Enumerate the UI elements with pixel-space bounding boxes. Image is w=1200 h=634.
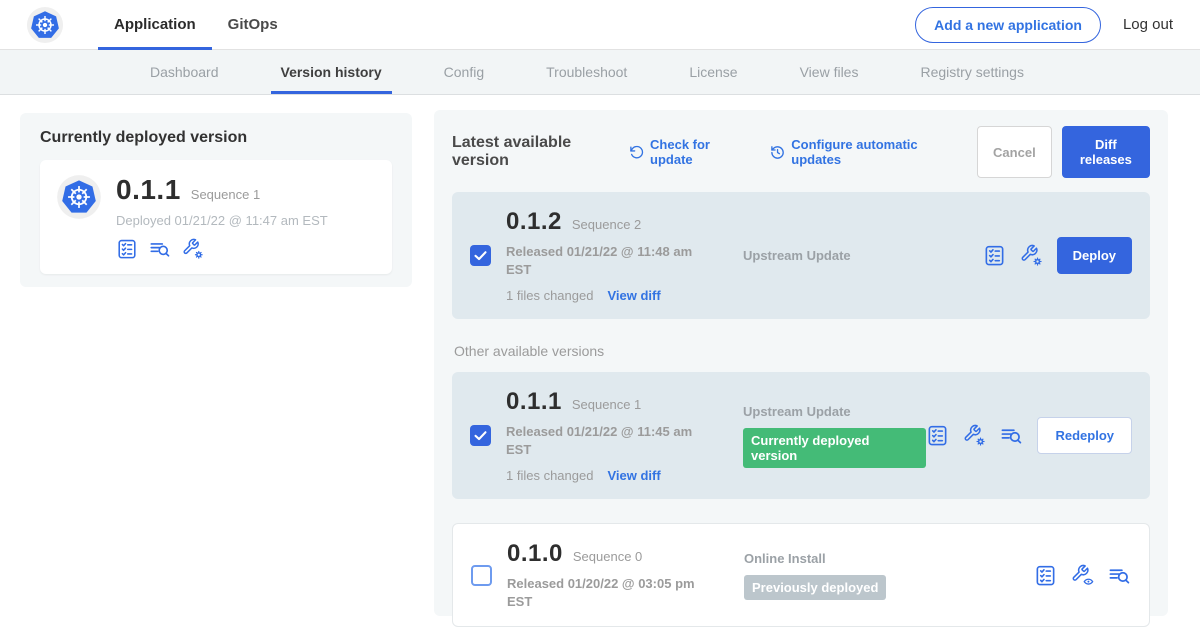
version-source-col: Online Install Previously deployed (712, 551, 1034, 600)
subnav-version-history[interactable]: Version history (271, 50, 392, 94)
version-source-label: Upstream Update (743, 404, 926, 419)
configure-automatic-updates-label: Configure automatic updates (791, 137, 951, 167)
top-nav-bar: Application GitOps Add a new application… (0, 0, 1200, 50)
deployed-version-info: 0.1.1 Sequence 1 Deployed 01/21/22 @ 11:… (116, 174, 328, 260)
add-application-button[interactable]: Add a new application (915, 7, 1101, 43)
clock-refresh-icon (770, 144, 785, 161)
preflight-checks-icon[interactable] (983, 244, 1006, 267)
version-0-1-2-checkbox[interactable] (470, 245, 491, 266)
currently-deployed-badge: Currently deployed version (743, 428, 926, 468)
files-changed-label: 1 files changed (506, 288, 593, 303)
subnav-view-files[interactable]: View files (790, 50, 869, 94)
version-source-label: Upstream Update (743, 248, 983, 263)
edit-config-icon[interactable] (963, 424, 986, 447)
subnav-troubleshoot[interactable]: Troubleshoot (536, 50, 637, 94)
version-number: 0.1.2 (506, 208, 562, 236)
app-subnav: Dashboard Version history Config Trouble… (0, 50, 1200, 95)
version-info: 0.1.2 Sequence 2 Released 01/21/22 @ 11:… (506, 208, 711, 303)
files-changed-label: 1 files changed (506, 468, 593, 483)
deployed-version-card: 0.1.1 Sequence 1 Deployed 01/21/22 @ 11:… (40, 160, 392, 274)
deploy-logs-icon[interactable] (149, 238, 171, 260)
version-number: 0.1.1 (506, 388, 562, 416)
version-0-1-0-checkbox[interactable] (471, 565, 492, 586)
subnav-registry-settings[interactable]: Registry settings (910, 50, 1033, 94)
available-versions-panel: Latest available version Check for updat… (434, 110, 1168, 616)
sequence-label: Sequence 1 (572, 397, 641, 412)
sequence-label: Sequence 0 (573, 549, 642, 564)
preflight-checks-icon[interactable] (926, 424, 949, 447)
tab-gitops-label: GitOps (228, 16, 278, 33)
version-0-1-1-checkbox[interactable] (470, 425, 491, 446)
app-logo-icon (56, 174, 102, 220)
kubernetes-logo-icon (26, 6, 64, 44)
edit-config-icon[interactable] (1020, 244, 1043, 267)
subnav-dashboard[interactable]: Dashboard (140, 50, 229, 94)
deploy-logs-icon[interactable] (1000, 424, 1023, 447)
version-source-label: Online Install (744, 551, 1034, 566)
preflight-checks-icon[interactable] (1034, 564, 1057, 587)
version-info: 0.1.0 Sequence 0 Released 01/20/22 @ 03:… (507, 540, 712, 610)
previously-deployed-badge: Previously deployed (744, 575, 886, 600)
released-timestamp: Released 01/21/22 @ 11:45 am EST (506, 423, 706, 458)
refresh-icon (629, 144, 644, 161)
currently-deployed-title: Currently deployed version (40, 129, 392, 147)
latest-available-title: Latest available version (452, 134, 613, 170)
subnav-license[interactable]: License (679, 50, 747, 94)
configure-automatic-updates-link[interactable]: Configure automatic updates (770, 137, 951, 167)
preflight-checks-icon[interactable] (116, 238, 138, 260)
subnav-config[interactable]: Config (434, 50, 494, 94)
deployed-sequence-label: Sequence 1 (191, 187, 260, 202)
view-diff-link[interactable]: View diff (607, 468, 660, 483)
deployed-version-number: 0.1.1 (116, 174, 181, 206)
version-info: 0.1.1 Sequence 1 Released 01/21/22 @ 11:… (506, 388, 711, 483)
version-source-col: Upstream Update (711, 248, 983, 263)
available-versions-header: Latest available version Check for updat… (452, 126, 1150, 178)
edit-config-icon[interactable] (182, 238, 204, 260)
version-number: 0.1.0 (507, 540, 563, 568)
released-timestamp: Released 01/20/22 @ 03:05 pm EST (507, 575, 707, 610)
diff-releases-button[interactable]: Diff releases (1062, 126, 1150, 178)
tab-application[interactable]: Application (98, 0, 212, 50)
version-card-0-1-1: 0.1.1 Sequence 1 Released 01/21/22 @ 11:… (452, 372, 1150, 499)
other-available-versions-label: Other available versions (454, 343, 1150, 359)
version-card-0-1-2: 0.1.2 Sequence 2 Released 01/21/22 @ 11:… (452, 192, 1150, 319)
active-subnav-underline (271, 91, 392, 94)
top-nav-tabs: Application GitOps (98, 0, 294, 50)
tab-application-label: Application (114, 16, 196, 33)
version-card-0-1-0: 0.1.0 Sequence 0 Released 01/20/22 @ 03:… (452, 523, 1150, 627)
sequence-label: Sequence 2 (572, 217, 641, 232)
version-source-col: Upstream Update Currently deployed versi… (711, 404, 926, 468)
redeploy-button[interactable]: Redeploy (1037, 417, 1132, 454)
logout-button[interactable]: Log out (1123, 16, 1173, 33)
header-right-group: Add a new application Log out (915, 7, 1200, 43)
check-for-update-link[interactable]: Check for update (629, 137, 744, 167)
released-timestamp: Released 01/21/22 @ 11:48 am EST (506, 243, 706, 278)
deployed-timestamp: Deployed 01/21/22 @ 11:47 am EST (116, 213, 328, 228)
currently-deployed-panel: Currently deployed version 0.1.1 Sequenc… (20, 113, 412, 287)
tab-gitops[interactable]: GitOps (212, 0, 294, 50)
deploy-logs-icon[interactable] (1108, 564, 1131, 587)
view-config-icon[interactable] (1071, 564, 1094, 587)
view-diff-link[interactable]: View diff (607, 288, 660, 303)
deploy-button[interactable]: Deploy (1057, 237, 1132, 274)
cancel-button[interactable]: Cancel (977, 126, 1052, 178)
subnav-version-history-label: Version history (281, 64, 382, 80)
check-for-update-label: Check for update (650, 137, 744, 167)
